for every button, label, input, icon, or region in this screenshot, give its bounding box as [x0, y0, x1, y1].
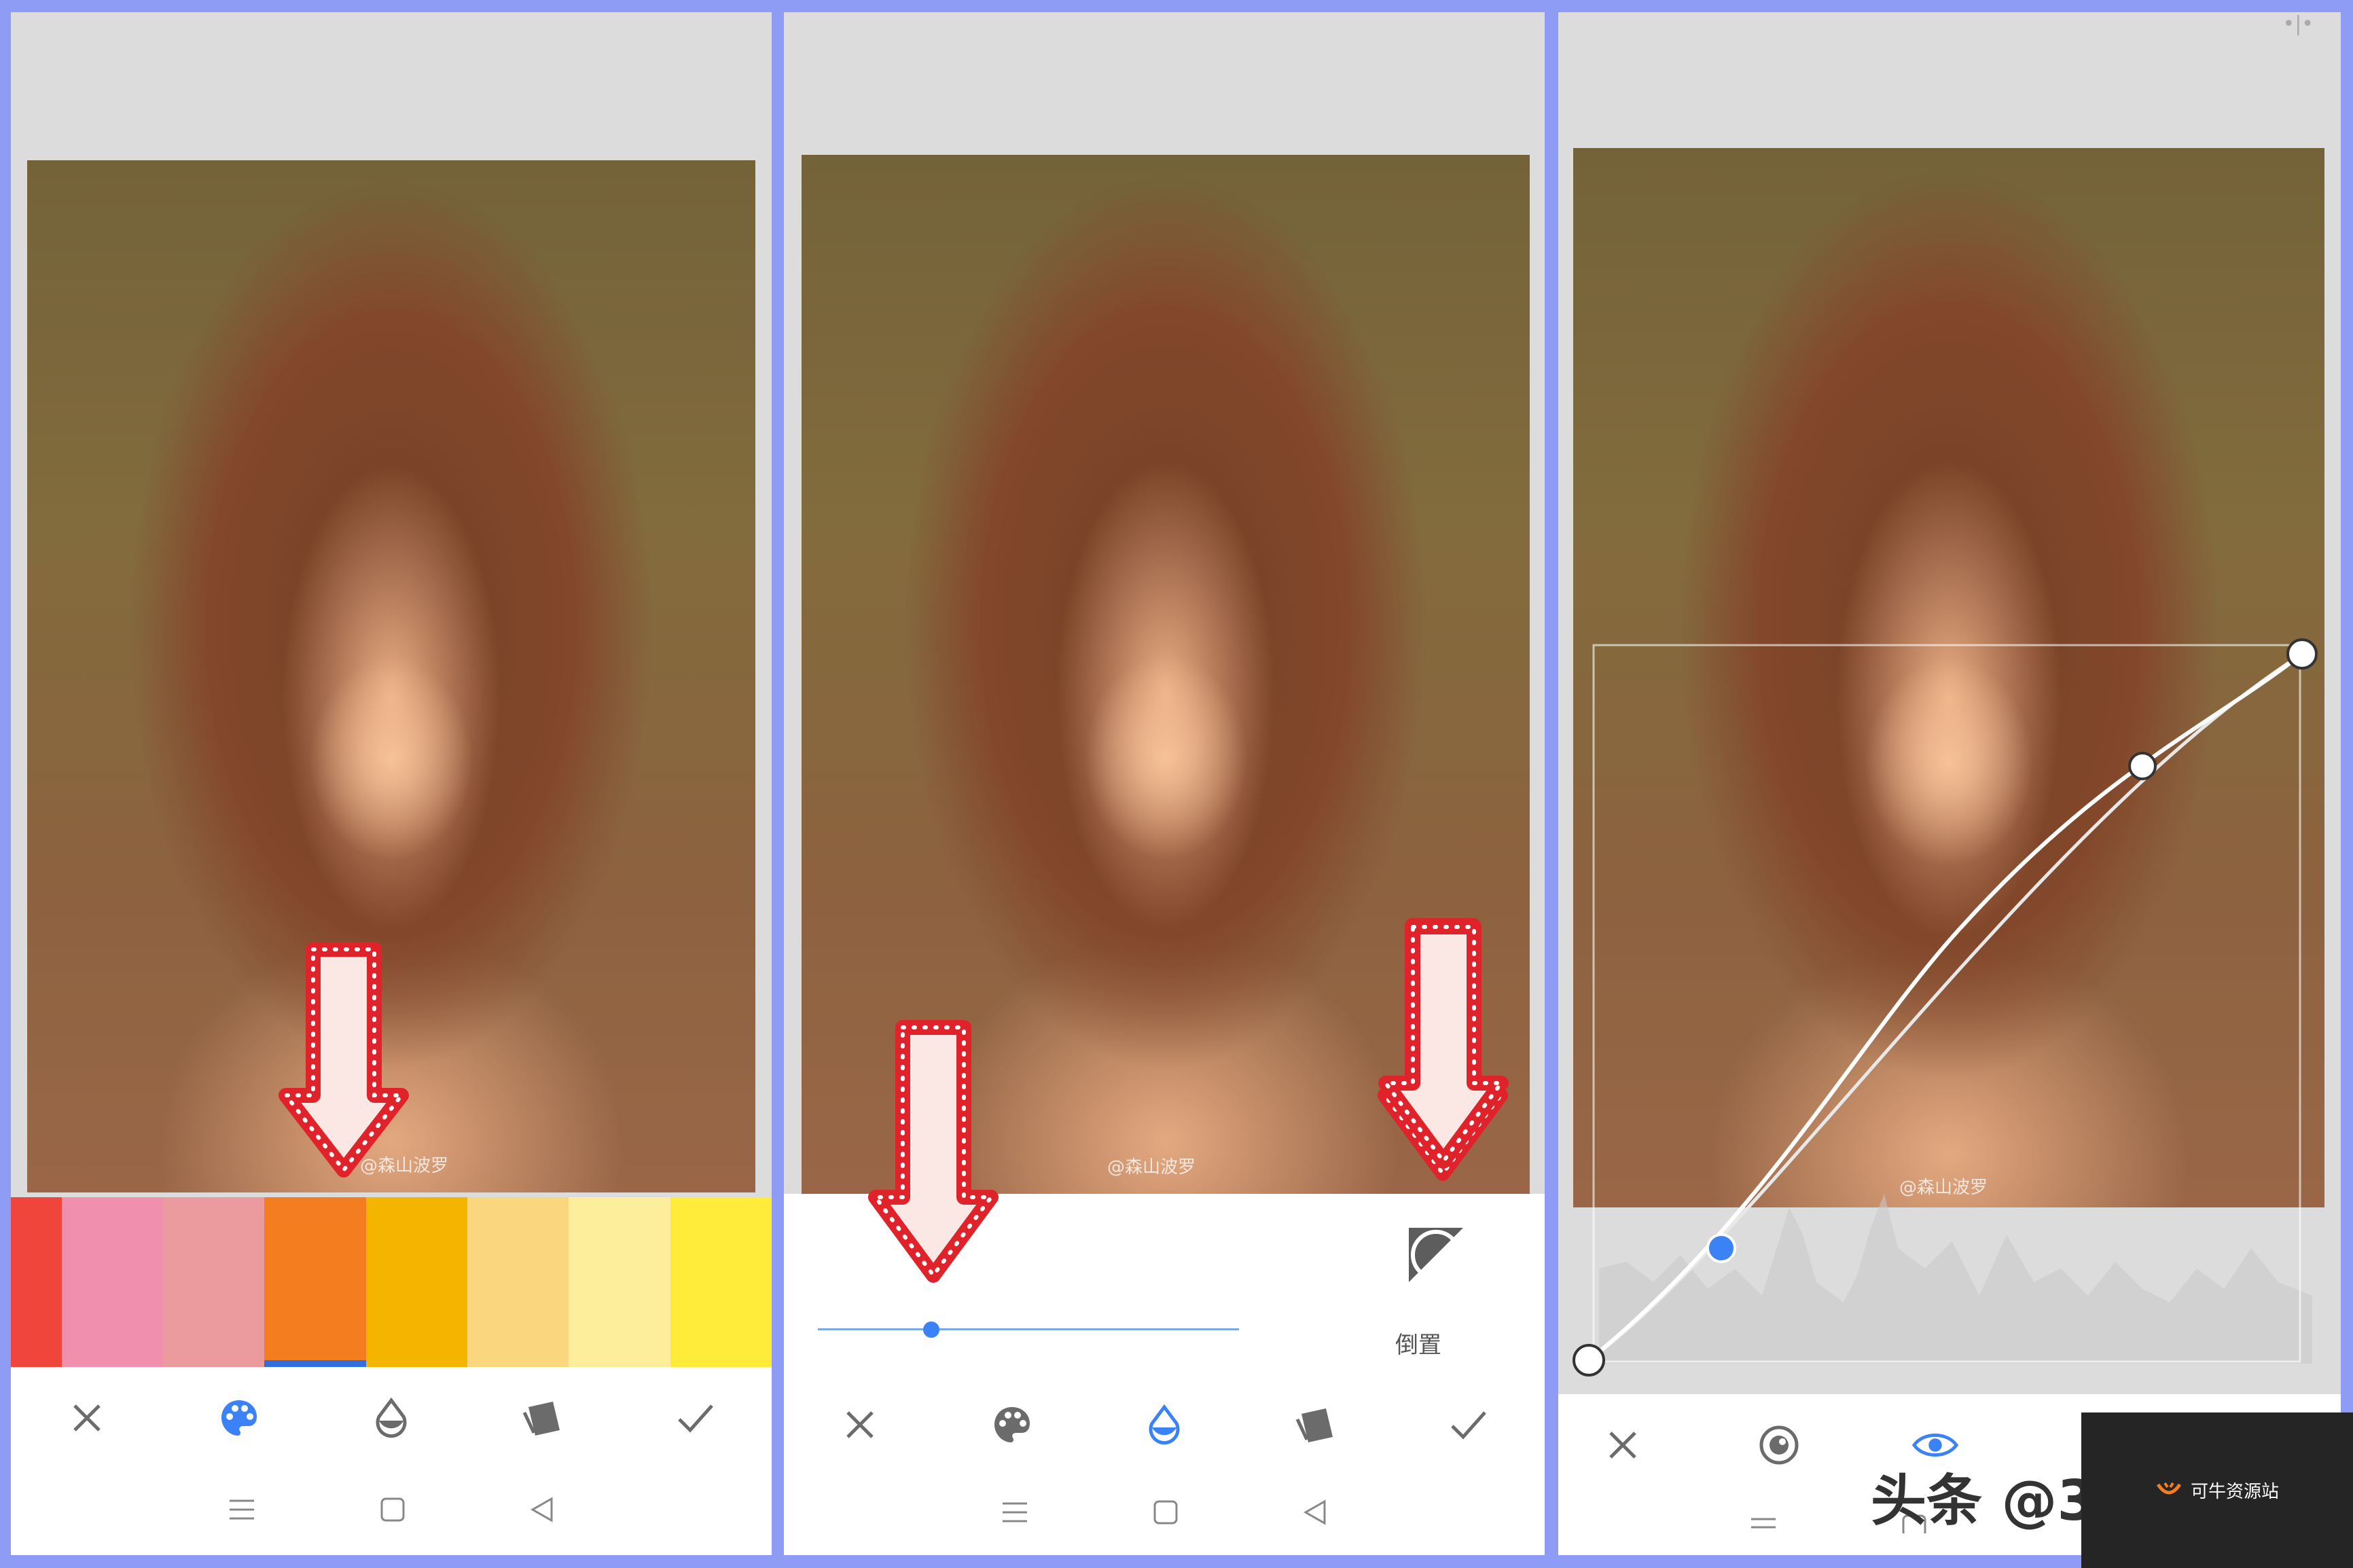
toutiao-watermark: 头条 @3 — [1871, 1469, 2096, 1533]
curve-point — [2128, 752, 2157, 780]
hint-arrow — [868, 1020, 999, 1283]
color-swatch[interactable] — [11, 1197, 62, 1367]
back-nav-icon[interactable] — [528, 1496, 556, 1526]
color-swatch[interactable] — [569, 1197, 670, 1367]
color-swatch[interactable] — [61, 1197, 163, 1367]
tone-curve[interactable] — [1558, 12, 2341, 1555]
color-swatch[interactable] — [670, 1197, 772, 1367]
color-swatch-selected[interactable] — [264, 1197, 366, 1367]
brightness-slider[interactable] — [818, 1316, 1239, 1343]
watermark: @森山波罗 — [1107, 1157, 1196, 1178]
close-icon[interactable] — [836, 1401, 884, 1448]
color-swatch[interactable] — [365, 1197, 467, 1367]
menu-nav-icon[interactable] — [227, 1498, 257, 1524]
palette-icon[interactable] — [988, 1401, 1036, 1448]
tool-bar — [11, 1367, 772, 1469]
slider-thumb[interactable] — [923, 1321, 940, 1338]
color-swatch[interactable] — [467, 1197, 569, 1367]
menu-nav-icon[interactable] — [1000, 1501, 1030, 1527]
curve-point-active — [1706, 1233, 1736, 1263]
curve-point — [2286, 638, 2318, 670]
layers-icon[interactable] — [520, 1394, 567, 1442]
check-icon[interactable] — [672, 1394, 719, 1442]
logo-icon — [2156, 1482, 2182, 1494]
back-nav-icon[interactable] — [1301, 1499, 1329, 1529]
panel-curves: •|• @森山波罗 头条 @3 — [1558, 12, 2341, 1555]
site-badge: 可牛资源站 — [2081, 1412, 2353, 1568]
close-icon[interactable] — [63, 1394, 111, 1442]
drop-icon[interactable] — [1140, 1401, 1188, 1448]
check-icon[interactable] — [1445, 1401, 1492, 1448]
invert-button[interactable] — [1402, 1221, 1470, 1292]
drop-icon[interactable] — [367, 1394, 415, 1442]
panel-color-picker: @森山波罗 — [11, 12, 772, 1555]
hint-arrow — [1378, 919, 1509, 1169]
site-badge-text: 可牛资源站 — [2190, 1482, 2279, 1502]
curve-point — [1573, 1344, 1605, 1376]
hint-arrow — [279, 942, 409, 1178]
tool-bar — [784, 1377, 1545, 1472]
color-swatch[interactable] — [163, 1197, 265, 1367]
system-nav-bar — [11, 1467, 772, 1555]
color-swatch-row — [11, 1197, 772, 1367]
home-nav-icon[interactable] — [1152, 1499, 1179, 1529]
panel-brightness: @森山波罗 倒置 — [784, 12, 1545, 1555]
invert-icon — [1409, 1228, 1463, 1282]
palette-icon[interactable] — [215, 1394, 263, 1442]
layers-icon[interactable] — [1293, 1401, 1340, 1448]
invert-label: 倒置 — [1395, 1332, 1441, 1359]
home-nav-icon[interactable] — [379, 1496, 406, 1526]
system-nav-bar — [784, 1472, 1545, 1555]
